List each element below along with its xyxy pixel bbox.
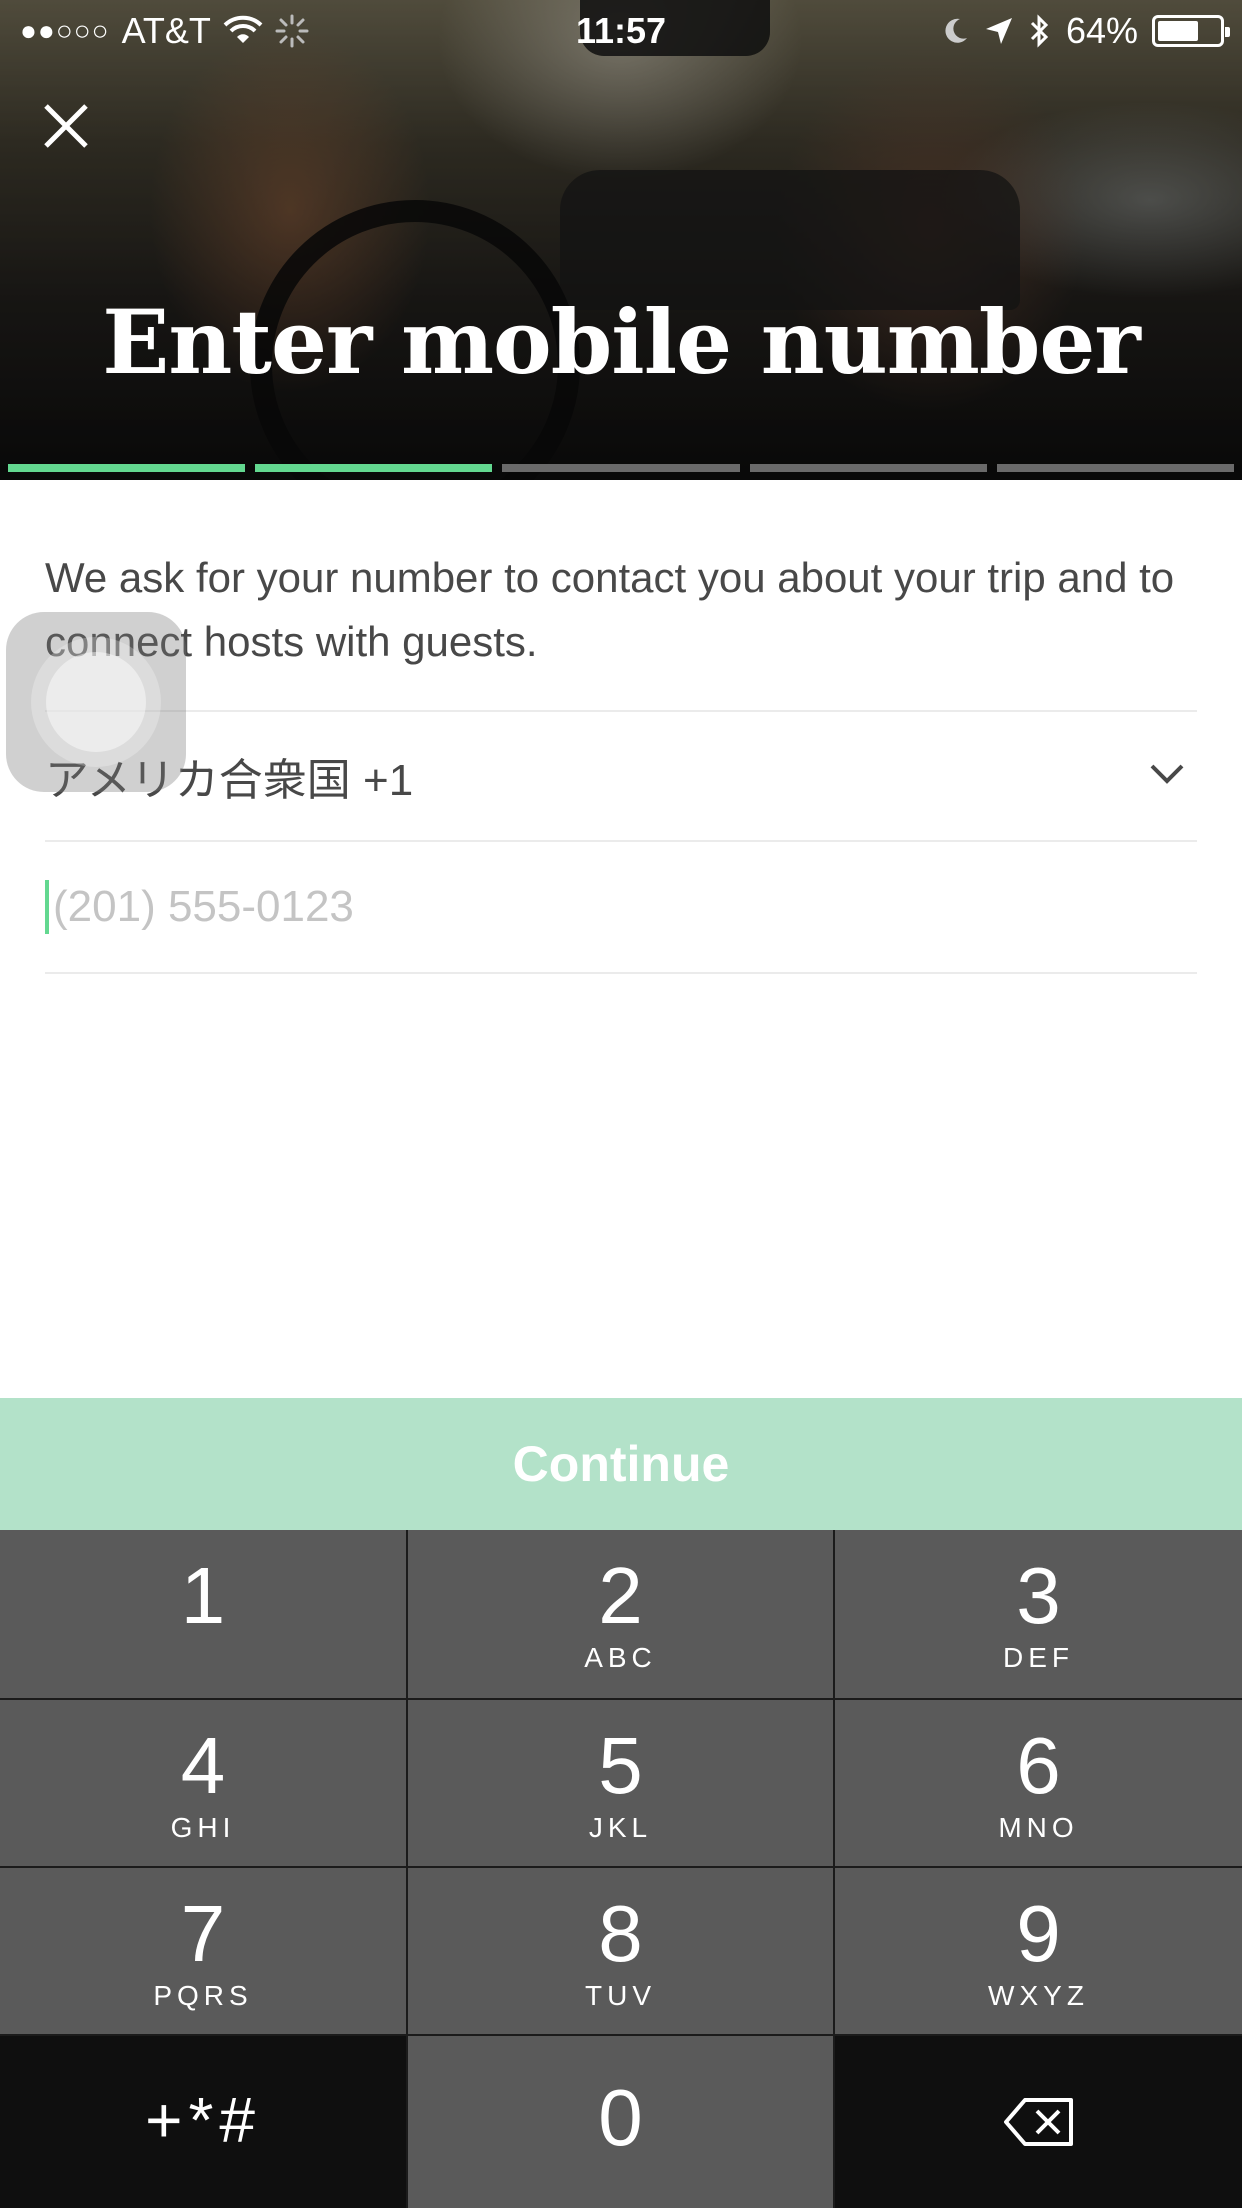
bluetooth-icon — [1030, 14, 1049, 48]
key-3[interactable]: 3 DEF — [835, 1530, 1242, 1698]
backspace-icon — [1003, 2098, 1073, 2146]
text-cursor — [45, 880, 49, 934]
progress-segment — [255, 464, 493, 472]
numeric-keypad: 1 2 ABC 3 DEF 4 GHI 5 JKL 6 MNO 7 PQRS 8… — [0, 1530, 1242, 2208]
close-icon — [44, 104, 88, 148]
location-arrow-icon — [985, 18, 1012, 44]
key-delete[interactable] — [835, 2036, 1242, 2208]
key-symbols[interactable]: +*# — [0, 2036, 406, 2208]
page-title: Enter mobile number — [102, 290, 1140, 394]
progress-segment — [749, 464, 987, 472]
key-9[interactable]: 9 WXYZ — [835, 1868, 1242, 2034]
progress-segment — [996, 464, 1235, 472]
phone-number-input[interactable] — [53, 882, 1153, 932]
assistive-touch-button[interactable] — [6, 612, 186, 792]
key-5[interactable]: 5 JKL — [408, 1700, 833, 1866]
key-1[interactable]: 1 — [0, 1530, 406, 1698]
battery-percent: 64% — [1065, 10, 1138, 51]
country-code-selector[interactable]: アメリカ合衆国 +1 — [45, 710, 1197, 842]
key-4[interactable]: 4 GHI — [0, 1700, 406, 1866]
step-progress-bar — [8, 464, 1235, 472]
intro-text: We ask for your number to contact you ab… — [45, 554, 1175, 665]
chevron-down-icon — [1150, 764, 1184, 784]
key-0[interactable]: 0 — [408, 2036, 833, 2208]
close-button[interactable] — [36, 96, 96, 156]
battery-icon — [1152, 15, 1230, 47]
key-7[interactable]: 7 PQRS — [0, 1868, 406, 2034]
phone-field-row — [45, 842, 1197, 974]
key-8[interactable]: 8 TUV — [408, 1868, 833, 2034]
do-not-disturb-icon — [945, 18, 967, 43]
symbols-label: +*# — [145, 2084, 261, 2156]
status-bar: ●●○○○ AT&T 11:57 64% — [0, 0, 1242, 60]
header-photo — [0, 0, 1242, 480]
continue-button[interactable]: Continue — [0, 1398, 1242, 1530]
key-2[interactable]: 2 ABC — [408, 1530, 833, 1698]
progress-segment — [502, 464, 740, 472]
progress-segment — [8, 464, 246, 472]
key-6[interactable]: 6 MNO — [835, 1700, 1242, 1866]
